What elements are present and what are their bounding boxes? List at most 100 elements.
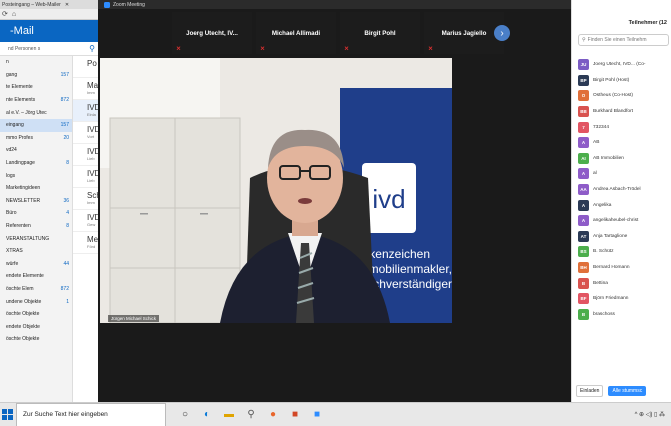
folder-item[interactable]: vd24 [0, 144, 72, 157]
folder-item[interactable]: endete Objekte [0, 320, 72, 333]
tray-icons[interactable]: ^ ⊕ ◁) ▯ ⁂ [635, 411, 665, 418]
mail-search[interactable]: nd Personen s ⚲ [0, 42, 99, 56]
participant-row[interactable]: JU Joerg Utecht, IVD... (Co- [578, 57, 671, 73]
participant-row[interactable]: 7 732344 [578, 119, 671, 135]
folder-item[interactable]: eingang 157 [0, 118, 72, 132]
folder-item[interactable]: Büro 4 [0, 207, 72, 220]
folder-item[interactable]: öschte Elem 872 [0, 283, 72, 296]
folder-item[interactable]: endete Elemente [0, 270, 72, 283]
folder-item[interactable]: n [0, 56, 72, 69]
video-thumbnail[interactable]: Joerg Utecht, IV... ⨯ [172, 12, 252, 54]
folder-label: öschte Objekte [6, 336, 40, 343]
participant-row[interactable]: Aangelikaheubel-christ [578, 213, 671, 229]
taskbar-search-input[interactable]: Zur Suche Text hier eingeben [16, 402, 166, 426]
video-thumbnail[interactable]: Marius Jagiello ⨯ [424, 12, 504, 54]
video-thumbnail[interactable]: Michael Allimadi ⨯ [256, 12, 336, 54]
folder-item[interactable]: würfe 44 [0, 258, 72, 271]
avatar: O [578, 90, 589, 102]
next-page-icon[interactable]: › [494, 25, 510, 41]
participant-name: Angelika [593, 202, 612, 208]
back-icon[interactable]: ⟳ [2, 10, 8, 18]
search-app-icon-2[interactable]: ⚲ [244, 408, 258, 422]
folder-label: Referenten [6, 223, 31, 230]
participant-row[interactable]: O Ostheus (Co-Host) [578, 88, 671, 104]
participant-row[interactable]: AA Andrea Asbach-Trödel [578, 182, 671, 198]
system-tray[interactable]: ^ ⊕ ◁) ▯ ⁂ [635, 411, 665, 418]
participant-name: Birgit Pohl (Host) [593, 77, 630, 83]
participant-row[interactable]: BH Bernard Homann [578, 260, 671, 276]
message-item[interactable]: Me Förd [73, 232, 99, 254]
mail-window: Posteingang – Web-Mailer ✕ ⟳ ⌂ -Mail nd … [0, 0, 100, 402]
explorer-icon[interactable]: ▬ [222, 408, 236, 422]
folder-item[interactable]: undene Objekte 1 [0, 295, 72, 308]
folder-item[interactable]: mmo Profes 20 [0, 132, 72, 145]
search-app-icon[interactable]: ○ [178, 408, 192, 422]
edge-icon[interactable]: ◐ [200, 408, 214, 422]
message-item[interactable]: Sch Imm [73, 188, 99, 210]
speaker-name-label: Jürgen Michael Schick [108, 315, 160, 322]
participant-row[interactable]: BF Björn Friedmann [578, 291, 671, 307]
mute-all-button[interactable]: Alle stummsc [608, 386, 647, 396]
participant-row[interactable]: A Angelika [578, 197, 671, 213]
thumbnail-name: Birgit Pohl [364, 29, 396, 37]
message-item[interactable]: IVD Vort [73, 122, 99, 144]
folder-label: Landingpage [6, 160, 35, 167]
folder-count: 872 [60, 285, 69, 292]
windows-start-icon[interactable] [2, 409, 13, 420]
close-icon[interactable]: ✕ [65, 2, 69, 8]
message-item[interactable]: IVD Lieb [73, 144, 99, 166]
folder-item[interactable]: nte Elements 872 [0, 94, 72, 107]
participant-row[interactable]: AI AB Immobilien [578, 151, 671, 167]
folder-label: vd24 [6, 147, 17, 154]
browser-tab[interactable]: Posteingang – Web-Mailer [2, 2, 61, 8]
folder-item[interactable]: gang 157 [0, 69, 72, 82]
participant-row[interactable]: BB Burkhard Blandfort [578, 104, 671, 120]
participant-search-input[interactable]: ⚲ Finden Sie einen Teilnehm [578, 34, 669, 46]
folder-item[interactable]: öschte Objekte [0, 333, 72, 346]
video-thumbnail[interactable]: Birgit Pohl ⨯ [340, 12, 420, 54]
muted-mic-icon: ⨯ [260, 46, 266, 52]
folder-item[interactable]: logs [0, 169, 72, 182]
participant-row[interactable]: A AB [578, 135, 671, 151]
folder-count: 8 [66, 223, 69, 230]
thumbnail-name: Joerg Utecht, IV... [186, 29, 238, 37]
participant-row[interactable]: BS B. Schütz [578, 244, 671, 260]
participant-name: Burkhard Blandfort [593, 109, 633, 115]
message-item[interactable]: Po [73, 56, 99, 78]
folder-item[interactable]: Referenten 8 [0, 220, 72, 233]
participant-row[interactable]: AT Anja Tartaglione [578, 229, 671, 245]
folder-item[interactable]: öschte Objekte [0, 308, 72, 321]
folder-item[interactable]: al e.V. – Jörg Utec [0, 106, 72, 119]
message-item[interactable]: IVD Gew [73, 210, 99, 232]
participant-row[interactable]: Bbraschoss [578, 307, 671, 323]
message-item[interactable]: Ma Imm [73, 78, 99, 100]
avatar: A [578, 199, 589, 211]
message-item[interactable]: IVD Lieb [73, 166, 99, 188]
folder-label: logs [6, 172, 16, 179]
folder-item[interactable]: te Elemente [0, 81, 72, 94]
zoom-icon[interactable]: ■ [310, 408, 324, 422]
participant-row[interactable]: B Bettina [578, 275, 671, 291]
taskbar-search-text: Zur Suche Text hier eingeben [23, 411, 108, 418]
home-icon[interactable]: ⌂ [12, 11, 16, 18]
folder-item[interactable]: Marketingideen [0, 182, 72, 195]
search-icon: ⚲ [582, 37, 586, 43]
folder-item[interactable]: Landingpage 8 [0, 157, 72, 170]
participant-name: al [593, 171, 597, 177]
folder-count: 36 [63, 197, 69, 204]
participants-panel: Teilnehmer (12 ⚲ Finden Sie einen Teilne… [571, 0, 671, 402]
message-item[interactable]: IVD Einla [73, 100, 99, 122]
firefox-icon[interactable]: ● [266, 408, 280, 422]
search-icon[interactable]: ⚲ [89, 44, 95, 53]
participant-row[interactable]: BP Birgit Pohl (Host) [578, 73, 671, 89]
folder-item[interactable]: NEWSLETTER 36 [0, 195, 72, 208]
folder-item[interactable]: XTRAS [0, 245, 72, 258]
participant-row[interactable]: Aal [578, 166, 671, 182]
folder-count: 8 [66, 160, 69, 167]
folder-item[interactable]: VERANSTALTUNG [0, 232, 72, 245]
invite-button[interactable]: Einladen [576, 385, 604, 397]
powerpoint-icon[interactable]: ■ [288, 408, 302, 422]
browser-tab-bar: Posteingang – Web-Mailer ✕ [0, 0, 99, 9]
mail-search-input[interactable]: nd Personen s [8, 46, 40, 52]
muted-mic-icon: ⨯ [428, 46, 434, 52]
